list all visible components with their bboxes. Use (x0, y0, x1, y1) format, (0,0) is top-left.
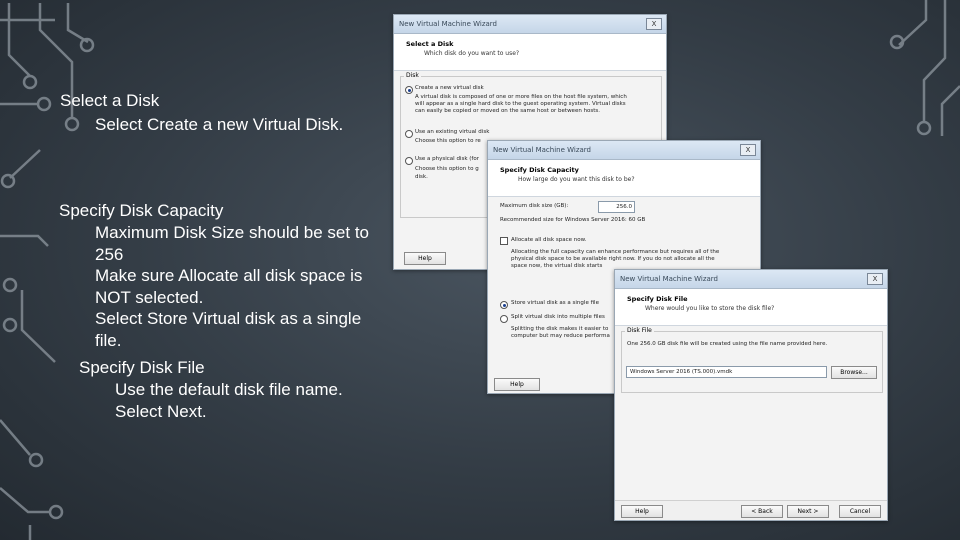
allocate-description: space now, the virtual disk starts (511, 263, 603, 269)
split-multiple-files-radio[interactable] (500, 315, 508, 323)
create-new-disk-label[interactable]: Create a new virtual disk (415, 85, 484, 93)
store-single-file-label[interactable]: Store virtual disk as a single file (511, 300, 599, 308)
back-button[interactable]: < Back (741, 505, 783, 518)
slide-step-line: NOT selected. (95, 287, 204, 307)
next-button[interactable]: Next > (787, 505, 829, 518)
create-new-disk-radio[interactable] (405, 86, 413, 94)
help-button[interactable]: Help (494, 378, 540, 391)
help-button[interactable]: Help (404, 252, 446, 265)
recommended-size-text: Recommended size for Windows Server 2016… (500, 217, 646, 223)
cancel-button[interactable]: Cancel (839, 505, 881, 518)
max-disk-size-label: Maximum disk size (GB): (500, 203, 569, 209)
max-disk-size-input[interactable]: 256.0 (598, 201, 635, 213)
use-physical-disk-radio[interactable] (405, 157, 413, 165)
dialog-titlebar: New Virtual Machine Wizard X (615, 270, 887, 289)
help-button[interactable]: Help (621, 505, 663, 518)
split-multiple-files-label[interactable]: Split virtual disk into multiple files (511, 314, 605, 322)
dialog-header: Specify Disk File Where would you like t… (615, 289, 887, 326)
dialog-titlebar: New Virtual Machine Wizard X (488, 141, 760, 160)
slide-heading-disk-file: Specify Disk File (79, 358, 205, 377)
close-button[interactable]: X (740, 144, 756, 156)
option-description: disk. (415, 174, 428, 180)
close-button[interactable]: X (867, 273, 883, 285)
slide-step-line: Select Next. (115, 401, 207, 421)
close-button[interactable]: X (646, 18, 662, 30)
slide-step-line: Maximum Disk Size should be set to (95, 223, 369, 242)
dialog-footer: Help < Back Next > Cancel (615, 500, 887, 520)
slide-step-line: Use the default disk file name. (115, 380, 343, 399)
allocate-all-label[interactable]: Allocate all disk space now. (511, 237, 586, 245)
dialog-subheading: Which disk do you want to use? (424, 50, 520, 57)
slide-step-line: Select Store Virtual disk as a single (95, 309, 362, 328)
slide-heading-disk-capacity: Specify Disk Capacity (59, 201, 224, 220)
dialog-header: Select a Disk Which disk do you want to … (394, 34, 666, 71)
dialog-heading: Specify Disk Capacity (500, 166, 579, 174)
dialog-heading: Specify Disk File (627, 295, 688, 303)
slide-capacity-steps: Maximum Disk Size should be set to 256 M… (95, 222, 369, 351)
option-description: Choose this option to re (415, 138, 481, 144)
dialog-heading: Select a Disk (406, 40, 454, 48)
dialog-title: New Virtual Machine Wizard (399, 20, 497, 28)
use-physical-disk-label[interactable]: Use a physical disk (for (415, 156, 479, 164)
slide-disk-file-steps: Use the default disk file name. Select N… (115, 379, 343, 422)
option-description: Choose this option to g (415, 166, 479, 172)
slide-step-line: 256 (95, 244, 124, 264)
dialog-header: Specify Disk Capacity How large do you w… (488, 160, 760, 197)
dialog-subheading: How large do you want this disk to be? (518, 176, 635, 183)
slide-heading-select-disk: Select a Disk (60, 91, 160, 110)
allocate-all-checkbox[interactable] (500, 237, 508, 245)
option-description: can easily be copied or moved on the sam… (415, 108, 601, 114)
store-single-file-radio[interactable] (500, 301, 508, 309)
dialog-subheading: Where would you like to store the disk f… (645, 305, 775, 312)
browse-button[interactable]: Browse... (831, 366, 877, 379)
disk-file-name-input[interactable]: Windows Server 2016 (TS.000).vmdk (626, 366, 827, 378)
slide-step-line: Make sure Allocate all disk space is (95, 266, 363, 285)
use-existing-disk-radio[interactable] (405, 130, 413, 138)
dialog-titlebar: New Virtual Machine Wizard X (394, 15, 666, 34)
disk-file-group-label: Disk File (625, 327, 654, 334)
disk-group-label: Disk (404, 72, 421, 79)
dialog-title: New Virtual Machine Wizard (493, 146, 591, 154)
disk-file-description: One 256.0 GB disk file will be created u… (627, 341, 828, 347)
use-existing-disk-label[interactable]: Use an existing virtual disk (415, 129, 489, 137)
dialog-title: New Virtual Machine Wizard (620, 275, 718, 283)
split-description: computer but may reduce performa (511, 333, 610, 339)
dialog-body: Disk File One 256.0 GB disk file will be… (615, 326, 887, 520)
slide-step-create-disk: Select Create a new Virtual Disk. (95, 115, 344, 134)
disk-file-dialog: New Virtual Machine Wizard X Specify Dis… (614, 269, 888, 521)
slide-step-line: file. (95, 330, 122, 350)
